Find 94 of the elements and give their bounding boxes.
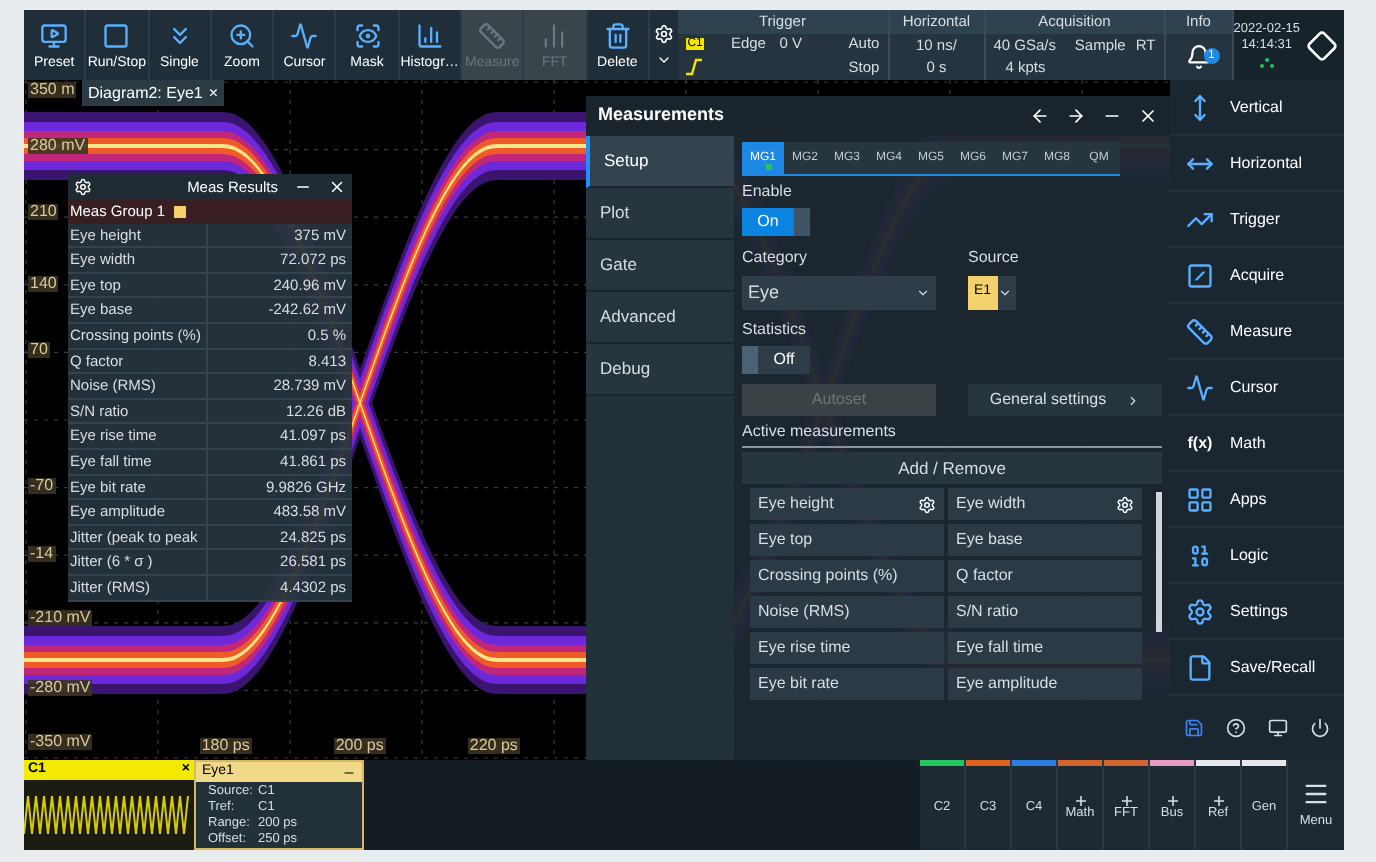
plus-icon — [1075, 795, 1085, 805]
nav-tab[interactable]: Debug — [586, 344, 734, 396]
group-badge — [173, 205, 186, 218]
y-axis-label: 140 — [28, 276, 59, 292]
settings-icon[interactable] — [918, 495, 936, 513]
side-menu-item[interactable]: Acquire — [1170, 248, 1344, 304]
measurement-item[interactable]: Eye rise time — [750, 632, 944, 664]
file-icon — [1186, 653, 1214, 681]
power-icon[interactable] — [1309, 718, 1330, 738]
y-axis-label: -70 — [28, 477, 56, 494]
scrollbar[interactable] — [1156, 492, 1162, 632]
side-menu-item[interactable]: Cursor — [1170, 360, 1344, 416]
category-dropdown[interactable]: Eye — [742, 276, 936, 310]
measurement-item[interactable]: Eye amplitude — [948, 668, 1142, 700]
measurement-item[interactable]: S/N ratio — [948, 596, 1142, 628]
y-axis-label: 210 — [28, 203, 59, 220]
side-menu-item[interactable]: Measure — [1170, 304, 1344, 360]
caret-icon — [916, 286, 930, 300]
nav-tab[interactable]: Setup — [586, 136, 734, 188]
nav-tab[interactable]: Advanced — [586, 292, 734, 344]
stop-icon — [102, 21, 131, 49]
plus-icon — [1213, 795, 1223, 805]
nav-tab[interactable]: Plot — [586, 188, 734, 240]
y-axis-label: -14 — [28, 545, 56, 562]
diagram-title: Diagram2: Eye1 — [88, 81, 203, 105]
measurement-item[interactable]: Q factor — [948, 560, 1142, 592]
side-menu-item[interactable]: Settings — [1170, 584, 1344, 640]
back-arrow-icon[interactable] — [1030, 106, 1050, 126]
y-axis-label: -350 mV — [28, 733, 93, 750]
x-axis-label: 220 ps — [467, 738, 520, 754]
caret-icon — [1126, 393, 1141, 407]
general-settings-button[interactable]: General settings — [968, 384, 1162, 416]
dialog-title: Measurements — [598, 102, 727, 129]
monitor-icon — [40, 21, 69, 49]
measurement-item[interactable]: Eye fall time — [948, 632, 1142, 664]
monitor-icon[interactable] — [1267, 718, 1288, 738]
measurement-item[interactable]: Eye width — [948, 488, 1142, 520]
slashed-square-icon — [1186, 261, 1214, 289]
bar-chart-icon — [415, 21, 444, 49]
nav-tab[interactable]: Gate — [586, 240, 734, 292]
bar-chart-icon — [540, 21, 569, 49]
measurement-item[interactable]: Eye base — [948, 524, 1142, 556]
y-axis-label: -210 mV — [28, 609, 93, 626]
forward-arrow-icon[interactable] — [1066, 106, 1086, 126]
measurement-item[interactable]: Noise (RMS) — [750, 596, 944, 628]
bell-icon[interactable] — [1185, 43, 1212, 70]
zoom-icon — [227, 21, 256, 49]
statistics-label: Statistics — [742, 318, 809, 342]
side-menu-item[interactable]: Apps — [1170, 472, 1344, 528]
plus-icon — [1121, 795, 1131, 805]
side-menu-item[interactable]: Horizontal — [1170, 136, 1344, 192]
settings-icon — [1186, 597, 1214, 625]
x-axis-label: 200 ps — [333, 738, 386, 754]
caret-icon[interactable] — [997, 286, 1012, 300]
plus-icon — [1167, 795, 1177, 805]
side-menu-item[interactable]: Logic — [1170, 528, 1344, 584]
category-label: Category — [742, 246, 809, 270]
add-remove-button[interactable]: Add / Remove — [742, 452, 1162, 484]
measurement-item[interactable]: Eye height — [750, 488, 944, 520]
measurement-item[interactable]: Eye top — [750, 524, 944, 556]
dots-icon — [1259, 57, 1274, 67]
side-menu-item[interactable]: Vertical — [1170, 80, 1344, 136]
settings-icon[interactable] — [1116, 495, 1134, 513]
grid-icon — [1186, 485, 1214, 513]
help-icon[interactable] — [1226, 718, 1247, 738]
measurement-item[interactable]: Eye bit rate — [750, 668, 944, 700]
toggle-switch[interactable]: On — [742, 208, 810, 236]
ruler-icon — [1186, 317, 1214, 345]
wave-icon — [290, 21, 319, 49]
trash-icon — [603, 21, 632, 49]
eye-icon — [353, 21, 382, 49]
y-axis-label: 350 m — [28, 82, 77, 99]
rising-edge-icon — [685, 58, 702, 77]
menu-icon — [1302, 779, 1330, 808]
toggle-switch[interactable]: Off — [742, 346, 810, 374]
binary-icon — [1186, 541, 1214, 569]
enable-label: Enable — [742, 180, 794, 204]
diagram-tab[interactable]: Diagram2: Eye1 × — [82, 80, 225, 106]
wave-icon — [1186, 373, 1214, 401]
side-menu-item[interactable]: Trigger — [1170, 192, 1344, 248]
measurement-item[interactable]: Crossing points (%) — [750, 560, 944, 592]
settings-icon[interactable] — [74, 178, 92, 196]
source-label: Source — [968, 246, 1019, 270]
x-axis-label: 180 ps — [199, 738, 252, 754]
close-icon[interactable] — [1138, 106, 1158, 126]
settings-icon[interactable] — [653, 23, 674, 43]
close-icon[interactable] — [328, 178, 346, 196]
side-menu-item[interactable]: Save/Recall — [1170, 640, 1344, 696]
section-heading: Active measurements — [742, 420, 1162, 448]
save-icon[interactable] — [1184, 718, 1205, 738]
side-menu-item[interactable]: f(x) Math — [1170, 416, 1344, 472]
close-icon[interactable]: × — [208, 81, 219, 105]
y-axis-label: 70 — [28, 341, 50, 358]
ruler-icon — [478, 21, 507, 49]
